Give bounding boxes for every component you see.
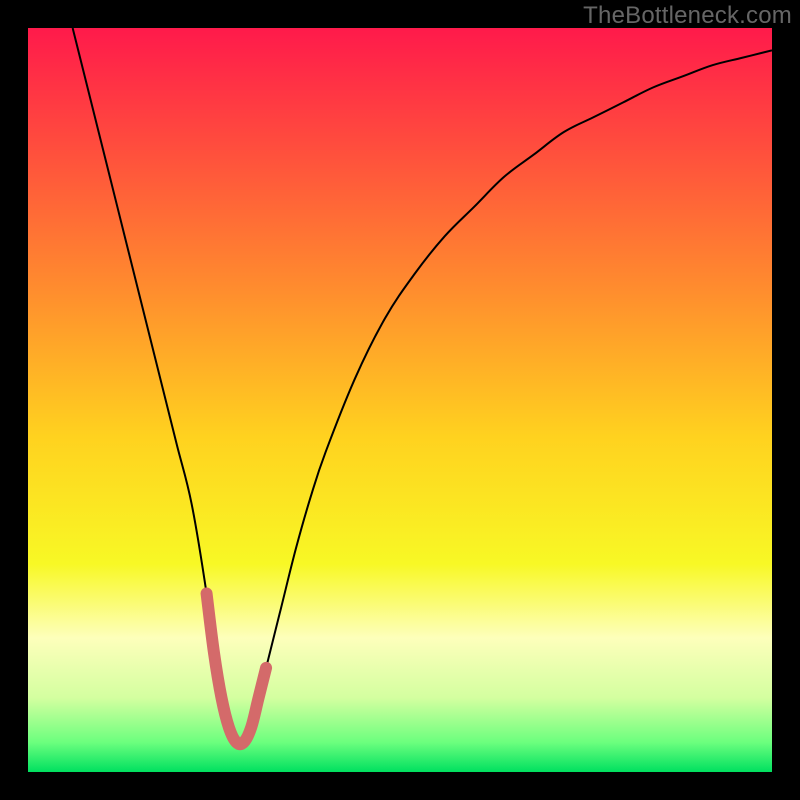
chart-svg [28,28,772,772]
chart-background [28,28,772,772]
watermark-text: TheBottleneck.com [583,2,792,30]
chart-frame: TheBottleneck.com [0,0,800,800]
chart-plot-area [28,28,772,772]
